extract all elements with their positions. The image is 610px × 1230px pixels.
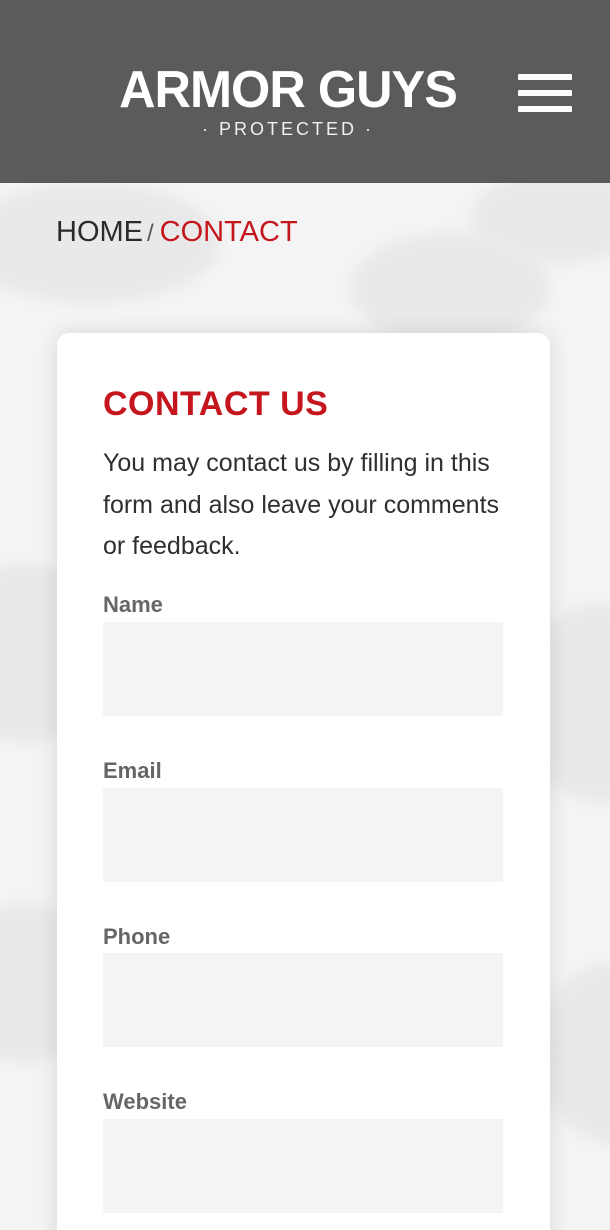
phone-field[interactable] [103,953,503,1047]
name-field[interactable] [103,622,503,716]
website-label: Website [103,1089,187,1114]
site-logo[interactable]: ARMOR GUYS · PROTECTED · [108,60,468,140]
breadcrumb-separator: / [147,220,154,247]
name-label: Name [103,592,163,617]
email-field[interactable] [103,788,503,882]
email-label: Email [103,758,162,783]
contact-title: CONTACT US [103,385,329,423]
logo-title: ARMOR GUYS [119,61,458,119]
hamburger-menu-icon[interactable] [516,72,574,114]
contact-form-card: CONTACT US You may contact us by filling… [57,333,550,1230]
site-header: ARMOR GUYS · PROTECTED · [0,0,610,183]
contact-description: You may contact us by filling in this fo… [103,449,500,560]
logo-tagline: · PROTECTED · [202,119,374,139]
breadcrumb-current: CONTACT [159,216,298,248]
phone-label: Phone [103,924,171,949]
breadcrumb-home-link[interactable]: HOME [56,216,143,248]
breadcrumb: HOME / CONTACT [56,214,298,252]
website-field[interactable] [103,1119,503,1213]
